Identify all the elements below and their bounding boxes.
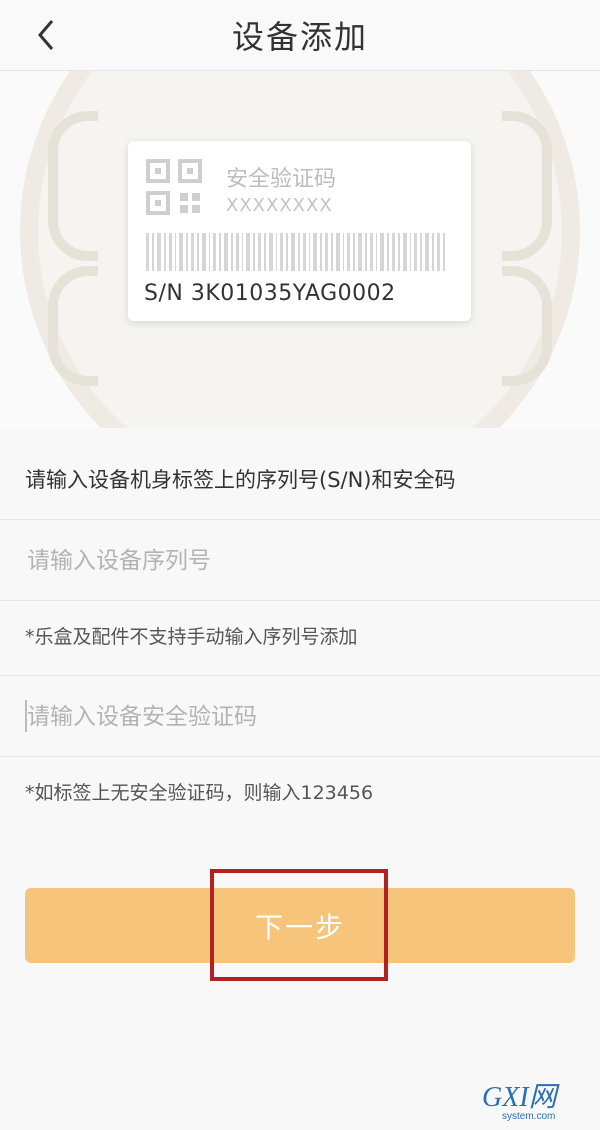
- security-code-label: 安全验证码: [226, 167, 337, 192]
- security-code-placeholder: XXXXXXXX: [226, 195, 333, 216]
- device-slot-right-lower: [502, 266, 552, 386]
- page-title: 设备添加: [231, 18, 368, 56]
- watermark-domain: system.com: [502, 1111, 555, 1122]
- qr-code-icon: [146, 159, 202, 215]
- device-label-card: 安全验证码 XXXXXXXX S/N 3K01035YAG0002: [128, 141, 471, 321]
- header-bar: 设备添加: [0, 0, 600, 71]
- device-add-page: 设备添加 安全验证码 XXXXXXXX S/N 3K01035YAG0002 请…: [0, 0, 600, 1130]
- device-slot-left-lower: [48, 266, 98, 386]
- watermark-logo: GXI网 system.com: [482, 1082, 561, 1122]
- security-code-field: [0, 675, 600, 758]
- serial-field: [0, 519, 600, 602]
- device-slot-left: [48, 111, 98, 261]
- serial-note: *乐盒及配件不支持手动输入序列号添加: [25, 626, 358, 648]
- chevron-left-icon[interactable]: [32, 17, 62, 53]
- next-step-button[interactable]: 下一步: [25, 888, 575, 963]
- watermark-brand: GXI网: [482, 1082, 561, 1113]
- security-code-note: *如标签上无安全验证码，则输入123456: [25, 782, 374, 804]
- device-slot-right: [502, 111, 552, 261]
- device-illustration: 安全验证码 XXXXXXXX S/N 3K01035YAG0002: [0, 71, 600, 428]
- barcode-icon: [146, 233, 445, 271]
- serial-number-sample: S/N 3K01035YAG0002: [144, 281, 396, 306]
- serial-number-input[interactable]: [25, 520, 579, 602]
- instruction-text: 请输入设备机身标签上的序列号(S/N)和安全码: [25, 468, 456, 492]
- text-cursor: [25, 700, 27, 732]
- security-code-input[interactable]: [25, 676, 579, 758]
